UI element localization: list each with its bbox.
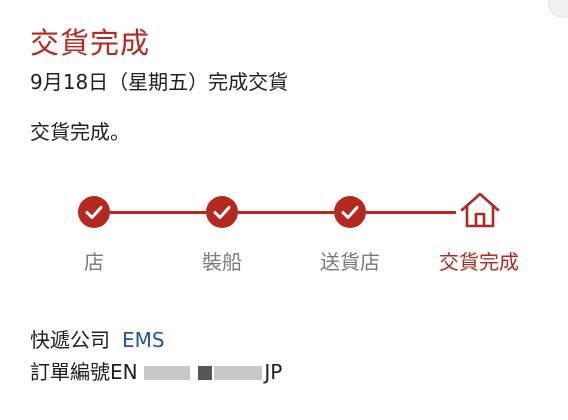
delivery-date: 9月18日（星期五）完成交貨	[30, 70, 289, 94]
status-note: 交貨完成。	[30, 120, 130, 144]
carrier-link[interactable]: EMS	[122, 328, 165, 352]
step-check-icon	[78, 196, 110, 228]
carrier-label: 快遞公司	[30, 328, 110, 352]
delivery-status-card: 交貨完成 9月18日（星期五）完成交貨 交貨完成。 店 裝船 送貨店 交貨完成 …	[0, 0, 568, 420]
step-check-icon	[206, 196, 238, 228]
redacted-block	[198, 366, 213, 380]
order-number-row: 訂單編號EN JP	[30, 356, 282, 385]
progress-line	[110, 211, 206, 214]
close-button[interactable]	[548, 0, 568, 18]
progress-line	[238, 211, 334, 214]
carrier-row: 快遞公司 EMS	[30, 324, 165, 353]
order-number-prefix: EN	[110, 360, 138, 384]
order-number-suffix: JP	[264, 360, 283, 384]
page-title: 交貨完成	[30, 26, 151, 60]
home-icon	[458, 190, 502, 230]
redacted-block	[214, 366, 263, 380]
step-label-delivered: 交貨完成	[439, 250, 519, 274]
progress-tracker: 店 裝船 送貨店 交貨完成	[0, 180, 568, 280]
progress-line	[366, 211, 456, 214]
step-label-shipping: 裝船	[202, 250, 242, 274]
redacted-block	[143, 366, 190, 380]
step-check-icon	[334, 196, 366, 228]
step-label-delivery-store: 送貨店	[320, 250, 380, 274]
step-label-store: 店	[84, 250, 104, 274]
order-number-label: 訂單編號	[30, 360, 110, 384]
